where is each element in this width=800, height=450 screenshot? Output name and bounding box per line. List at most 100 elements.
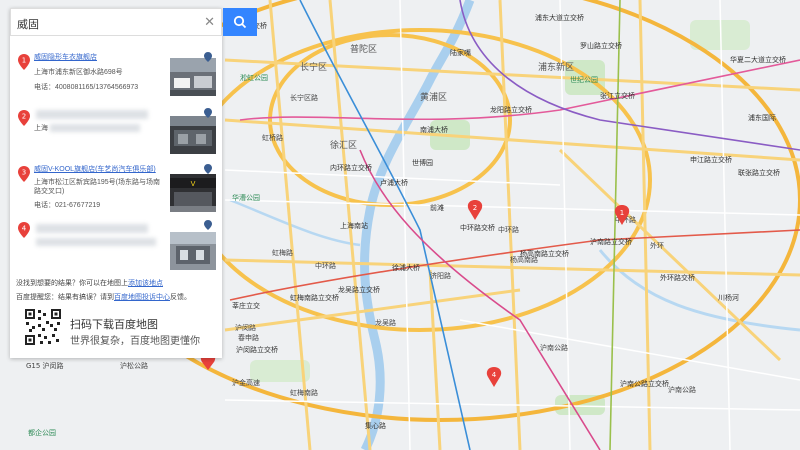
blurred-name: [36, 110, 148, 119]
result-phone: 电话：4008081165/13764566973: [34, 84, 139, 91]
pin-icon: 3: [18, 166, 30, 182]
road-label: 集心路: [365, 421, 386, 430]
add-place-link[interactable]: 添加该地点: [128, 280, 163, 287]
svg-text:V: V: [191, 180, 196, 188]
road-label: 张江立交桥: [600, 91, 635, 100]
road-label: 长宁区路: [290, 93, 318, 102]
result-photo[interactable]: [170, 232, 216, 270]
road-label: 济阳路: [430, 271, 451, 280]
map-pin-number: 1: [620, 209, 624, 217]
result-item-4[interactable]: 4: [10, 220, 222, 270]
pin-icon: 4: [18, 222, 30, 238]
road-label: 沪松公路: [120, 361, 148, 370]
park-label: 世纪公园: [570, 75, 598, 84]
location-marker-icon[interactable]: [204, 108, 212, 118]
clear-icon[interactable]: ✕: [204, 14, 215, 30]
road-label: 虹梅南路立交桥: [290, 293, 339, 302]
result-name[interactable]: 威固V-KOOL旗舰店(车艺尚汽车俱乐部): [34, 164, 156, 174]
area-label: 陆家嘴: [450, 48, 471, 57]
road-label: 沪南公路: [668, 385, 696, 394]
road-label: 中环路交桥: [460, 223, 495, 232]
hint-text: 反馈。: [170, 294, 191, 301]
road-label: 罗山路立交桥: [580, 41, 622, 50]
bridge-label: 卢浦大桥: [380, 178, 408, 187]
water-label: 川杨河: [718, 293, 739, 302]
road-label: 中环路: [315, 261, 336, 270]
area-label: 浦东国际: [748, 113, 776, 122]
search-box[interactable]: 威固 ✕: [10, 8, 222, 36]
station-label: 上海南站: [340, 221, 368, 230]
park-label: 华漕公园: [232, 193, 260, 202]
road-label: 外环: [650, 241, 664, 250]
park-label: 都企公园: [28, 428, 56, 437]
location-marker-icon[interactable]: [204, 164, 212, 174]
road-label: 中环路: [498, 225, 519, 234]
road-label: 华夏二大道立交桥: [730, 55, 786, 64]
district-label: 徐汇区: [330, 139, 357, 151]
result-photo[interactable]: V: [170, 174, 216, 212]
result-name[interactable]: 威固隐形车衣旗舰店: [34, 52, 97, 62]
result-number: 3: [22, 169, 26, 177]
search-icon: [233, 15, 247, 29]
result-address: 上海市松江区新宾路195号(场东路与场南路交叉口): [34, 179, 161, 195]
result-address: 上海市浦东新区御水路698号: [34, 69, 123, 76]
road-label: 申江路立交桥: [690, 155, 732, 164]
road-label: 春申路: [238, 333, 259, 342]
park-label: 淞虹公园: [240, 73, 268, 82]
road-label: 沪南路立交桥: [590, 237, 632, 246]
feedback-hint: 百度提醒您：结果有搞误？请到百度地图投诉中心反馈。: [16, 292, 191, 302]
road-label: G15 沪闵路: [26, 361, 64, 370]
hint-text: 百度提醒您：结果有搞误？请到: [16, 294, 114, 301]
location-marker-icon[interactable]: [204, 52, 212, 62]
result-photo[interactable]: [170, 58, 216, 96]
result-number: 4: [22, 225, 27, 233]
qr-code: [24, 308, 62, 346]
road-label: 外环路交桥: [660, 273, 695, 282]
result-number: 1: [22, 57, 26, 65]
road-label: 沪闵路立交桥: [236, 345, 278, 354]
pin-icon: 2: [18, 110, 30, 126]
bridge-label: 南浦大桥: [420, 125, 448, 134]
result-phone: 电话：021-67677219: [34, 202, 101, 209]
road-label: 内环路立交桥: [330, 163, 372, 172]
location-marker-icon[interactable]: [204, 220, 212, 230]
district-label: 长宁区: [300, 61, 327, 73]
road-label: 龙阳路立交桥: [490, 105, 532, 114]
road-label: 虹桥路: [262, 133, 283, 142]
result-item-2[interactable]: 2 上海: [10, 108, 222, 156]
add-place-hint: 没找到想要的结果？你可以在地图上添加该地点: [16, 278, 163, 288]
road-label: 沪金高速: [232, 378, 260, 387]
road-label: 龙吴路: [375, 318, 396, 327]
district-label: 浦东新区: [538, 61, 574, 73]
road-label: 虹梅路: [272, 248, 293, 257]
road-label: 虹梅南路: [290, 388, 318, 397]
district-label: 普陀区: [350, 43, 377, 55]
blurred-name: [36, 224, 148, 233]
blurred-address: [36, 238, 156, 246]
road-label: 联张路立交桥: [738, 168, 780, 177]
road-label: 浦东大道立交桥: [535, 13, 584, 22]
road-label: 龙吴路立交桥: [338, 285, 380, 294]
qr-subtitle: 世界很复杂，百度地图更懂你: [70, 336, 200, 347]
road-label: 杨高南路立交桥: [520, 249, 569, 258]
result-photo[interactable]: [170, 116, 216, 154]
road-label: 沪闵路: [235, 323, 256, 332]
pin-icon: 1: [18, 54, 30, 70]
area-label: 世博园: [412, 158, 433, 167]
search-input[interactable]: 威固: [17, 16, 39, 32]
search-button[interactable]: [223, 8, 257, 36]
road-label: 沪南公路: [540, 343, 568, 352]
road-label: 莘庄立交: [232, 301, 260, 310]
map-pin-number: 4: [492, 371, 497, 379]
map-pin-number: 2: [473, 204, 477, 212]
qr-title: 扫码下载百度地图: [70, 318, 158, 331]
road-label: 沪南公路立交桥: [620, 379, 669, 388]
result-item-1[interactable]: 1 威固隐形车衣旗舰店 上海市浦东新区御水路698号 电话：4008081165…: [10, 52, 222, 104]
complaint-center-link[interactable]: 百度地图投诉中心: [114, 294, 170, 301]
area-label: 前滩: [430, 203, 444, 212]
result-number: 2: [22, 113, 26, 121]
district-label: 黄浦区: [420, 91, 447, 103]
result-item-3[interactable]: 3 威固V-KOOL旗舰店(车艺尚汽车俱乐部) 上海市松江区新宾路195号(场东…: [10, 164, 222, 214]
blurred-address: [50, 124, 140, 132]
hint-text: 没找到想要的结果？你可以在地图上: [16, 280, 128, 287]
